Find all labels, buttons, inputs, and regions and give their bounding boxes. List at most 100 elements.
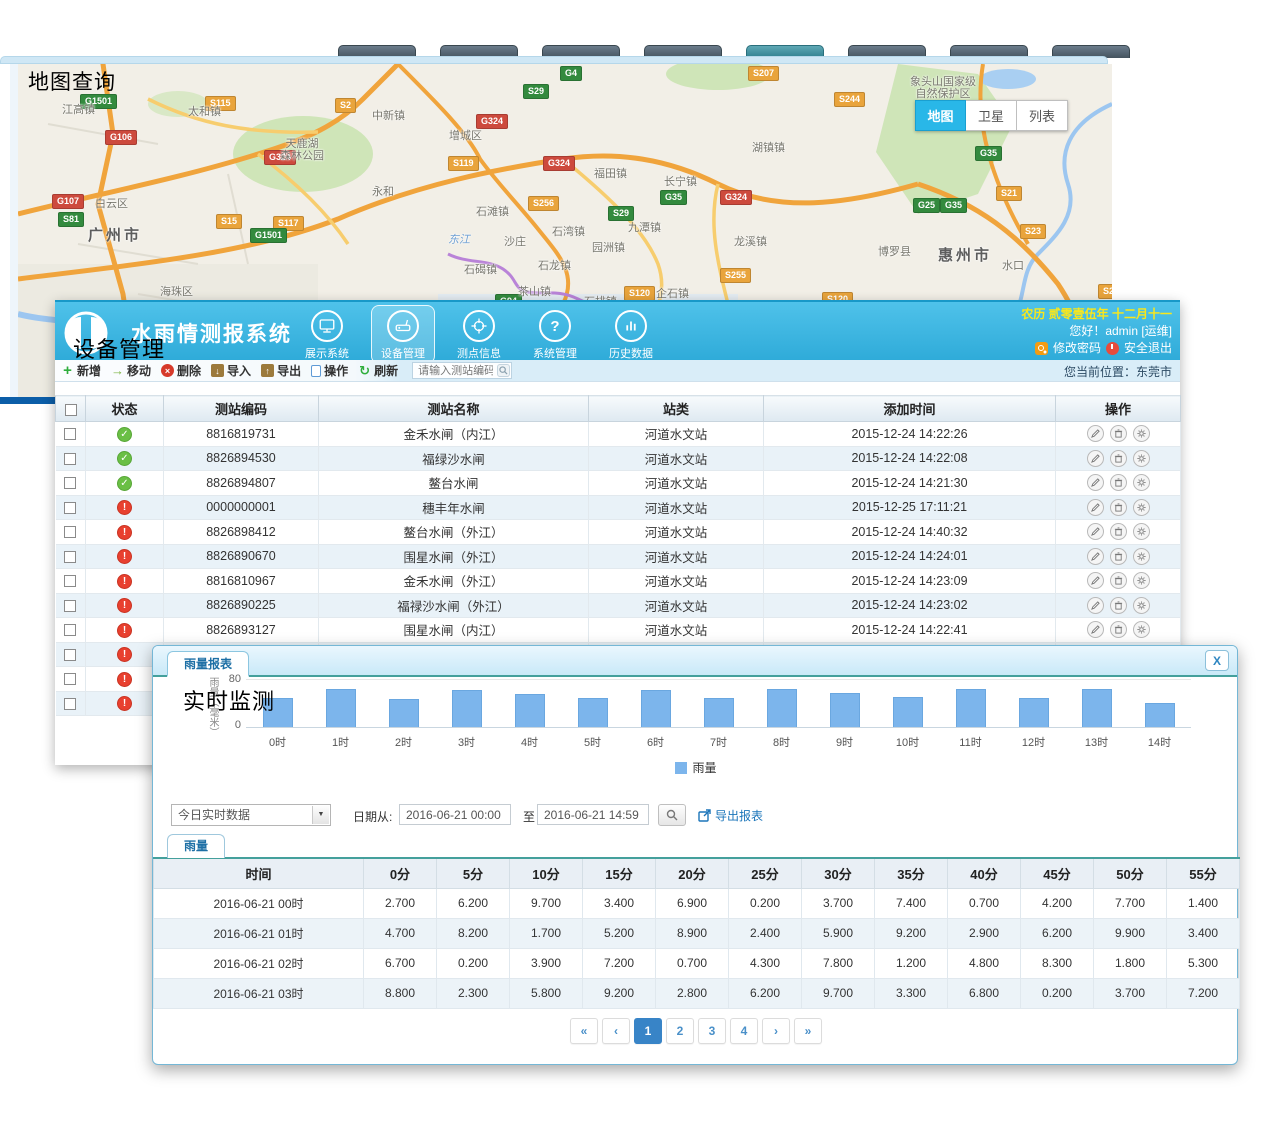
status-error-icon: ! [117, 672, 132, 687]
nav-item-系统管理[interactable]: ?系统管理 [523, 305, 587, 364]
map-type-button-卫星[interactable]: 卫星 [966, 100, 1017, 131]
data-mode-select[interactable]: 今日实时数据 ▼ [171, 804, 331, 826]
select-all-checkbox[interactable] [65, 404, 77, 416]
date-to-input[interactable] [537, 804, 649, 825]
rain-bar[interactable] [515, 694, 545, 727]
rain-bar[interactable] [641, 690, 671, 727]
settings-icon[interactable] [1133, 450, 1150, 467]
station-code-cell: 8826890670 [164, 544, 319, 569]
rain-bar[interactable] [893, 697, 923, 727]
rain-value-cell: 6.200 [1021, 918, 1094, 948]
map-window-left-edge [10, 64, 18, 397]
map-type-button-地图[interactable]: 地图 [915, 100, 966, 131]
settings-icon[interactable] [1133, 425, 1150, 442]
table-row: ✓8816819731金禾水闸（内江）河道水文站2015-12-24 14:22… [56, 422, 1181, 447]
search-icon[interactable] [497, 364, 510, 377]
row-checkbox[interactable] [64, 624, 76, 636]
toolbar-button-移动[interactable]: →移动 [111, 362, 151, 379]
rain-bar[interactable] [1145, 703, 1175, 727]
row-checkbox[interactable] [64, 698, 76, 710]
toolbar-button-导出[interactable]: ↑导出 [261, 362, 301, 379]
nav-item-展示系统[interactable]: 展示系统 [295, 305, 359, 364]
logout-link[interactable]: 安全退出 [1124, 340, 1172, 357]
delete-icon[interactable] [1110, 499, 1127, 516]
map-type-button-列表[interactable]: 列表 [1017, 100, 1068, 131]
chevron-down-icon[interactable]: ▼ [312, 806, 329, 824]
pagination-item-»[interactable]: » [794, 1018, 822, 1044]
row-checkbox[interactable] [64, 575, 76, 587]
edit-icon[interactable] [1087, 425, 1104, 442]
settings-icon[interactable] [1133, 499, 1150, 516]
delete-icon[interactable] [1110, 597, 1127, 614]
toolbar-button-刷新[interactable]: ↻刷新 [358, 362, 398, 379]
edit-icon[interactable] [1087, 523, 1104, 540]
row-checkbox[interactable] [64, 673, 76, 685]
rain-bar[interactable] [326, 689, 356, 727]
pagination-item-2[interactable]: 2 [666, 1018, 694, 1044]
delete-icon[interactable] [1110, 523, 1127, 540]
pagination-item-4[interactable]: 4 [730, 1018, 758, 1044]
rain-bar[interactable] [1082, 689, 1112, 727]
rain-bar[interactable] [1019, 698, 1049, 727]
pagination-item-‹[interactable]: ‹ [602, 1018, 630, 1044]
settings-icon[interactable] [1133, 523, 1150, 540]
nav-item-历史数据[interactable]: 历史数据 [599, 305, 663, 364]
rain-column-header: 20分 [656, 858, 729, 888]
road-shield: S81 [58, 212, 84, 227]
edit-icon[interactable] [1087, 499, 1104, 516]
settings-icon[interactable] [1133, 474, 1150, 491]
toolbar-button-操作[interactable]: 操作 [311, 362, 348, 379]
pagination-item-«[interactable]: « [570, 1018, 598, 1044]
toolbar-button-导入[interactable]: ↓导入 [211, 362, 251, 379]
row-checkbox[interactable] [64, 600, 76, 612]
annotation-device-mgmt: 设备管理 [73, 332, 165, 364]
date-from-input[interactable] [399, 804, 511, 825]
rain-bar[interactable] [452, 690, 482, 727]
nav-item-设备管理[interactable]: 设备管理 [371, 305, 435, 364]
edit-icon[interactable] [1087, 450, 1104, 467]
delete-icon[interactable] [1110, 474, 1127, 491]
tab-rain[interactable]: 雨量 [167, 834, 225, 858]
rain-bar[interactable] [704, 698, 734, 727]
row-checkbox[interactable] [64, 526, 76, 538]
pagination-item-›[interactable]: › [762, 1018, 790, 1044]
station-column-header: 添加时间 [764, 396, 1056, 422]
edit-icon[interactable] [1087, 548, 1104, 565]
row-checkbox[interactable] [64, 649, 76, 661]
delete-icon[interactable] [1110, 450, 1127, 467]
delete-icon[interactable] [1110, 572, 1127, 589]
row-checkbox[interactable] [64, 551, 76, 563]
export-report-link[interactable]: 导出报表 [698, 807, 763, 824]
row-checkbox[interactable] [64, 428, 76, 440]
rain-bar[interactable] [830, 693, 860, 727]
edit-icon[interactable] [1087, 474, 1104, 491]
delete-icon[interactable] [1110, 548, 1127, 565]
settings-icon[interactable] [1133, 548, 1150, 565]
settings-icon[interactable] [1133, 572, 1150, 589]
edit-icon[interactable] [1087, 597, 1104, 614]
nav-item-测点信息[interactable]: 测点信息 [447, 305, 511, 364]
row-checkbox[interactable] [64, 453, 76, 465]
delete-icon[interactable] [1110, 621, 1127, 638]
toolbar-button-删除[interactable]: ×删除 [161, 362, 201, 379]
change-password-link[interactable]: 修改密码 [1053, 340, 1101, 357]
rain-bar[interactable] [767, 689, 797, 727]
row-checkbox[interactable] [64, 502, 76, 514]
close-icon[interactable]: X [1205, 650, 1229, 671]
pagination-item-3[interactable]: 3 [698, 1018, 726, 1044]
pagination-item-1[interactable]: 1 [634, 1018, 662, 1044]
query-button[interactable] [658, 804, 686, 826]
delete-icon[interactable] [1110, 425, 1127, 442]
rain-bar[interactable] [578, 698, 608, 727]
toolbar-button-新增[interactable]: +新增 [61, 362, 101, 379]
settings-icon[interactable] [1133, 597, 1150, 614]
edit-icon[interactable] [1087, 621, 1104, 638]
row-checkbox[interactable] [64, 477, 76, 489]
edit-icon[interactable] [1087, 572, 1104, 589]
row-actions-cell [1056, 495, 1181, 520]
settings-icon[interactable] [1133, 621, 1150, 638]
rain-column-header: 40分 [948, 858, 1021, 888]
rain-bar[interactable] [956, 689, 986, 727]
rain-bar[interactable] [389, 699, 419, 727]
station-name-cell: 围星水闸（外江） [319, 544, 589, 569]
